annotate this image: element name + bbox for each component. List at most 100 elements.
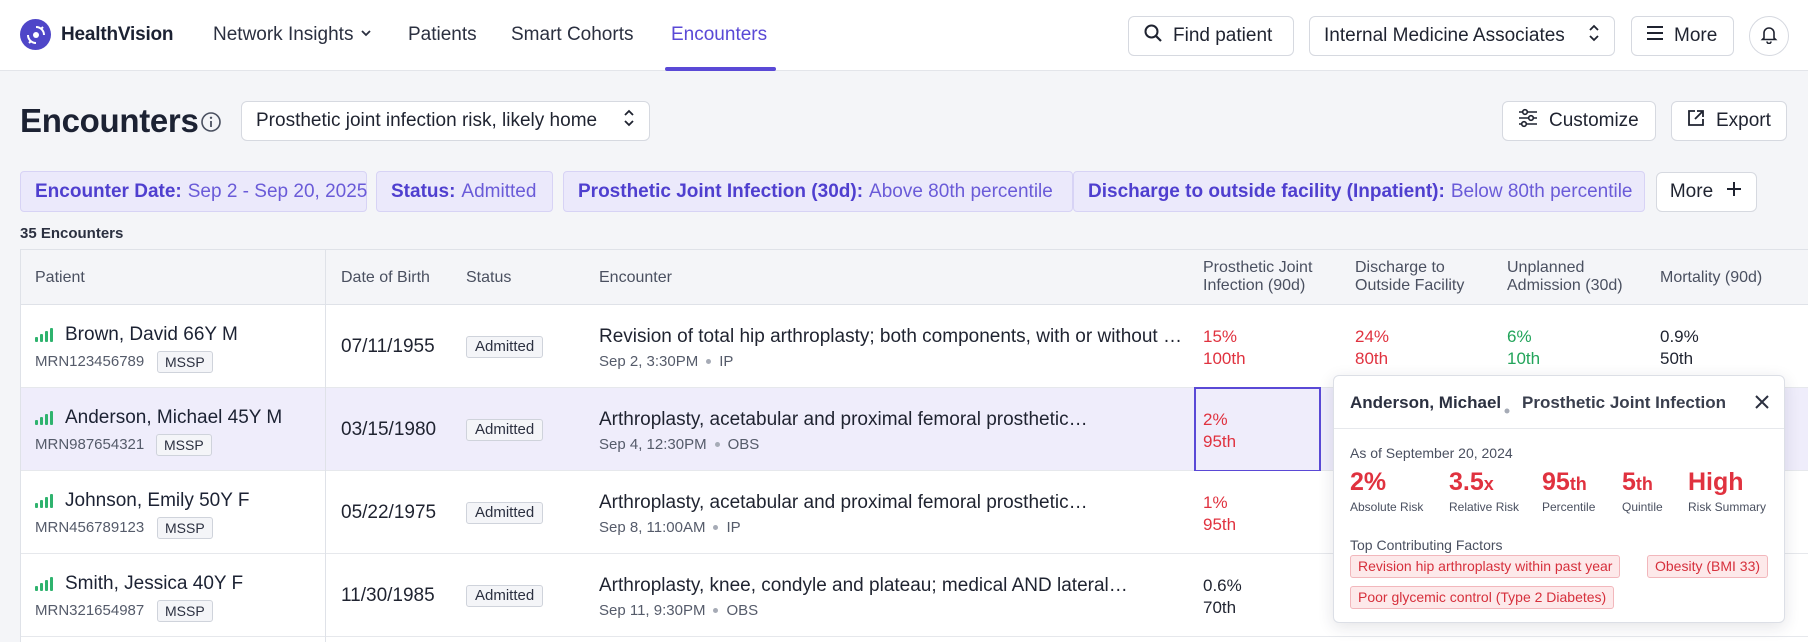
column-header-pji-line2: Infection (90d) [1203,277,1306,294]
customize-button[interactable]: Customize [1502,101,1656,141]
risk-signal-icon [35,328,53,342]
encounter-type: IP [726,519,741,536]
mortality-risk-cell[interactable]: 0.9% 50th [1660,326,1699,370]
logo-mark-icon [20,19,51,50]
encounter-meta: Sep 8, 11:00AM IP [599,519,741,536]
date-of-birth: 07/11/1955 [341,336,435,357]
status-badge: Admitted [466,585,544,607]
chevron-updown-icon [1588,23,1600,49]
add-filter-label: More [1669,181,1714,202]
pji-risk-value: 15% [1203,327,1238,346]
more-menu-button[interactable]: More [1631,16,1734,56]
filter-value: Below 80th percentile [1450,180,1633,202]
nav-network-insights[interactable]: Network Insights [213,24,373,46]
pji-risk-cell[interactable]: 1% 95th [1203,492,1236,536]
encounter-description[interactable]: Revision of total hip arthroplasty; both… [599,326,1189,348]
patient-name[interactable]: Johnson, Emily 50Y F [65,490,249,512]
pji-risk-cell[interactable]: 0.6% 70th [1203,575,1242,619]
filter-chip-prosthetic-joint-infection[interactable]: Prosthetic Joint Infection (30d): Above … [563,171,1073,212]
organization-name: Internal Medicine Associates [1324,25,1565,46]
organization-select[interactable]: Internal Medicine Associates [1309,16,1615,56]
separator-dot-icon [714,442,720,447]
filter-chip-status[interactable]: Status: Admitted [376,171,553,212]
column-header-discharge[interactable]: Discharge to Outside Facility [1355,259,1464,295]
encounter-time: Sep 2, 3:30PM [599,353,699,370]
encounter-time: Sep 4, 12:30PM [599,436,707,453]
encounter-time: Sep 8, 11:00AM [599,519,706,536]
contributing-factor-chip: Revision hip arthroplasty within past ye… [1350,555,1621,578]
metric-label: Absolute Risk [1350,500,1424,514]
column-header-pji-line1: Prosthetic Joint [1203,259,1313,276]
metric-suffix: x [1483,474,1494,494]
encounter-type: OBS [726,602,759,619]
nav-encounters[interactable]: Encounters [671,24,767,46]
metric-risk-summary: High Risk Summary [1688,468,1766,514]
discharge-risk-percentile: 80th [1355,349,1389,368]
filter-chip-encounter-date[interactable]: Encounter Date: Sep 2 - Sep 20, 2025 [20,171,367,212]
encounter-meta: Sep 4, 12:30PM OBS [599,436,759,453]
info-icon[interactable] [200,111,222,138]
status-badge: Admitted [466,502,544,524]
encounter-description[interactable]: Arthroplasty, acetabular and proximal fe… [599,492,1189,514]
filter-value: Sep 2 - Sep 20, 2025 [187,180,368,202]
metric-label: Risk Summary [1688,500,1767,514]
patient-name[interactable]: Anderson, Michael 45Y M [65,407,282,429]
column-header-status[interactable]: Status [466,269,511,287]
metric-value: 2% [1350,468,1387,496]
separator-dot-icon [706,359,712,364]
patient-mrn: MRN987654321 [35,436,145,453]
close-icon[interactable] [1751,391,1773,418]
filter-chip-discharge-outside-facility[interactable]: Discharge to outside facility (Inpatient… [1073,171,1645,212]
column-header-encounter[interactable]: Encounter [599,269,672,287]
nav-smart-cohorts[interactable]: Smart Cohorts [511,24,633,46]
date-of-birth: 11/30/1985 [341,585,435,606]
metric-label: Relative Risk [1449,500,1520,514]
encounter-count: 35 Encounters [20,225,124,242]
view-select[interactable]: Prosthetic joint infection risk, likely … [241,101,650,141]
active-tab-indicator [665,67,776,71]
pji-risk-value: 0.6% [1203,576,1242,595]
metric-label: Percentile [1542,500,1596,514]
column-header-mortality[interactable]: Mortality (90d) [1660,269,1762,287]
pji-risk-cell[interactable]: 15% 100th [1203,326,1246,370]
encounter-description[interactable]: Arthroplasty, knee, condyle and plateau;… [599,575,1189,597]
bell-icon [1759,24,1779,49]
customize-label: Customize [1549,110,1639,131]
more-menu-label: More [1674,25,1718,46]
metric-value: 5 [1622,468,1636,496]
column-header-unplanned-admission[interactable]: Unplanned Admission (30d) [1507,259,1623,295]
program-badge: MSSP [157,517,213,539]
contributing-factors-heading: Top Contributing Factors [1350,537,1503,553]
status-badge: Admitted [466,336,544,358]
app-name: HealthVision [61,23,174,45]
patient-name[interactable]: Smith, Jessica 40Y F [65,573,243,595]
date-of-birth: 03/15/1980 [341,419,437,440]
patient-mrn: MRN456789123 [35,519,145,536]
plus-icon [1725,180,1743,204]
table-header: Patient Date of Birth Status Encounter P… [21,250,1808,305]
mortality-risk-value: 0.9% [1660,327,1699,346]
notifications-button[interactable] [1749,16,1789,56]
add-filter-button[interactable]: More [1656,172,1757,212]
nav-patients[interactable]: Patients [408,24,477,46]
metric-relative-risk: 3.5x Relative Risk [1449,468,1519,514]
risk-signal-icon [35,411,53,425]
export-button[interactable]: Export [1671,101,1787,141]
filter-key: Status: [391,180,456,202]
column-header-patient[interactable]: Patient [35,269,85,287]
encounter-description[interactable]: Arthroplasty, acetabular and proximal fe… [599,409,1189,431]
find-patient-button[interactable]: Find patient [1128,16,1294,56]
patient-name[interactable]: Brown, David 66Y M [65,324,238,346]
encounter-meta: Sep 2, 3:30PM IP [599,353,733,370]
app-logo[interactable]: HealthVision [20,19,174,50]
column-header-pji[interactable]: Prosthetic Joint Infection (90d) [1203,259,1312,295]
unplanned-admission-risk-cell[interactable]: 6% 10th [1507,326,1540,370]
discharge-risk-cell[interactable]: 24% 80th [1355,326,1389,370]
column-header-discharge-line2: Outside Facility [1355,277,1465,294]
column-header-dob[interactable]: Date of Birth [341,269,430,287]
column-header-discharge-line1: Discharge to [1355,259,1445,276]
pji-risk-cell[interactable]: 2% 95th [1203,409,1236,453]
program-badge: MSSP [156,434,212,456]
page-title: Encounters [20,102,199,139]
metric-value: 95 [1542,468,1570,496]
